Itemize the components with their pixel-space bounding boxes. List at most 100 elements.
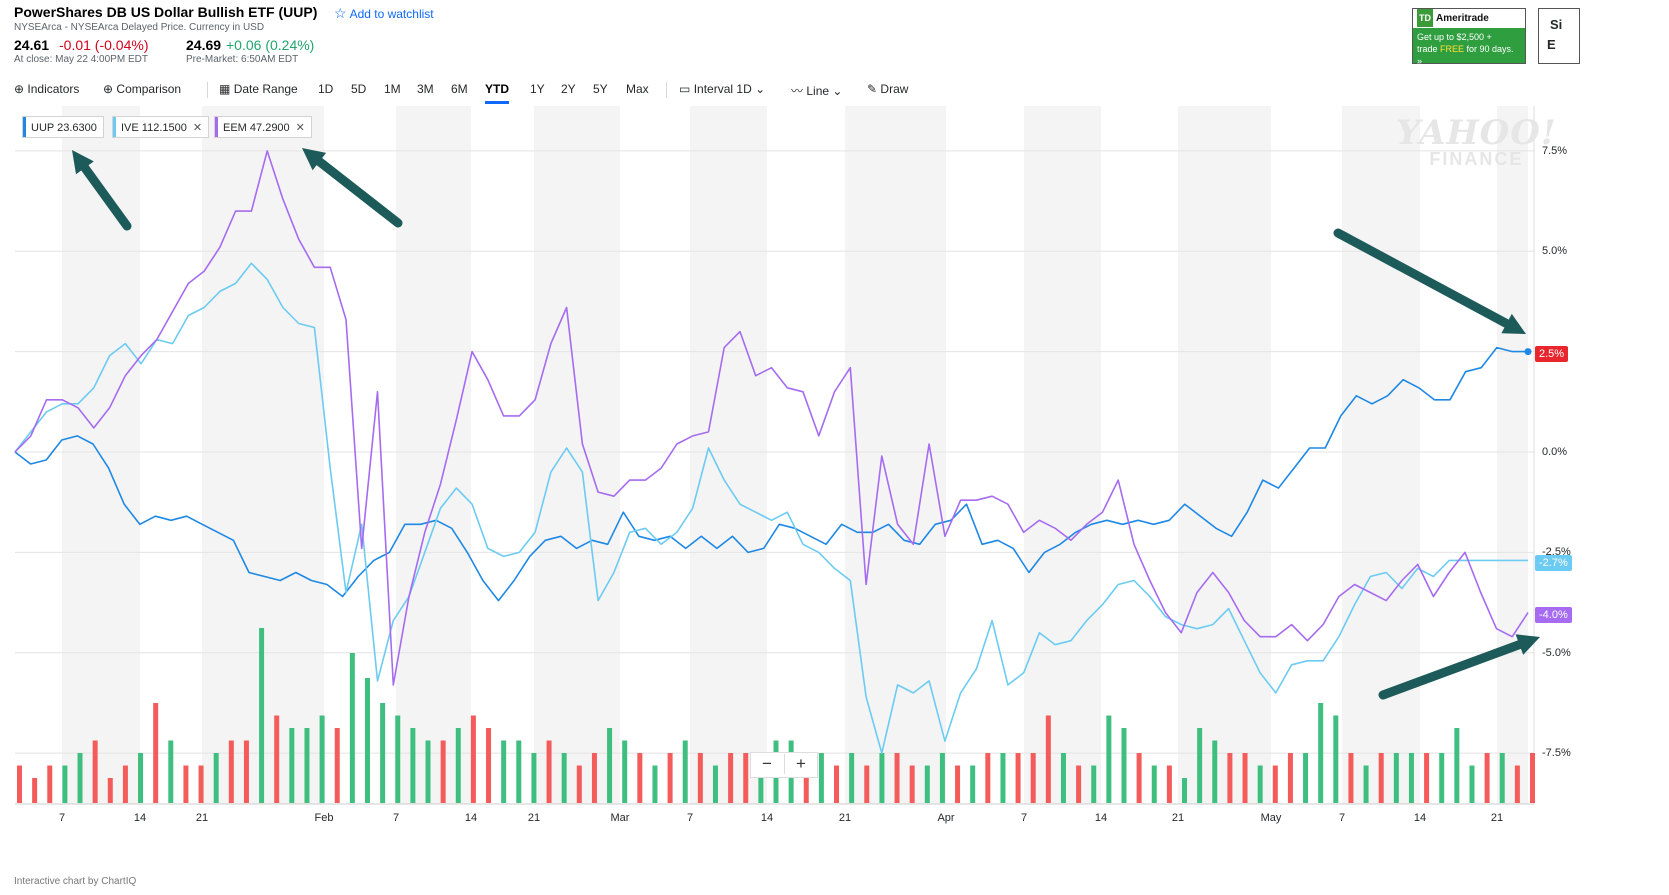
interval-dropdown[interactable]: ▭ Interval 1D ⌄: [679, 82, 765, 96]
zoom-control: − +: [750, 752, 818, 778]
volume-bar: [1000, 753, 1006, 803]
volume-bar: [455, 728, 461, 803]
volume-bar: [985, 753, 991, 803]
series-color-bar: [215, 117, 218, 137]
time-band: [1178, 106, 1271, 804]
side-ad[interactable]: Si E: [1538, 8, 1580, 64]
premarket-time: Pre-Market: 6:50AM EDT: [186, 54, 299, 65]
volume-bar: [1469, 765, 1475, 803]
toolbar-divider: [207, 82, 208, 98]
x-tick-label: 7: [392, 812, 400, 824]
volume-bar: [1393, 753, 1399, 803]
x-tick-label: May: [1260, 812, 1282, 824]
volume-bar: [1242, 753, 1248, 803]
zoom-in-button[interactable]: +: [784, 754, 817, 774]
range-max[interactable]: Max: [626, 82, 649, 96]
range-1m[interactable]: 1M: [384, 82, 401, 96]
volume-bar: [440, 740, 446, 803]
ameritrade-ad[interactable]: TD Ameritrade Get up to $2,500 + trade FR…: [1412, 8, 1526, 66]
volume-bar: [138, 753, 144, 803]
x-tick-label: 7: [686, 812, 694, 824]
volume-bar: [107, 778, 113, 803]
series-chip-eem[interactable]: EEM 47.2900 ✕: [214, 116, 312, 138]
volume-bar: [1454, 728, 1460, 803]
volume-bar: [1257, 765, 1263, 803]
range-5d[interactable]: 5D: [351, 82, 366, 96]
close-icon[interactable]: ✕: [296, 122, 305, 134]
volume-bar: [183, 765, 189, 803]
ad-brand: Ameritrade: [1436, 13, 1489, 24]
volume-bar: [909, 765, 915, 803]
range-5y[interactable]: 5Y: [593, 82, 608, 96]
range-1d[interactable]: 1D: [318, 82, 333, 96]
end-label-ive: -2.7%: [1535, 555, 1572, 571]
volume-bar: [622, 740, 628, 803]
volume-bar: [1015, 753, 1021, 803]
date-range-button[interactable]: ▦ Date Range: [219, 82, 298, 96]
volume-bar: [924, 765, 930, 803]
range-3m[interactable]: 3M: [417, 82, 434, 96]
indicators-button[interactable]: ⊕ Indicators: [14, 82, 79, 96]
comparison-button[interactable]: ⊕ Comparison: [103, 82, 181, 96]
volume-bar: [864, 765, 870, 803]
td-logo: TD: [1417, 9, 1433, 27]
side-ad-bottom: E: [1547, 37, 1556, 52]
plus-circle-icon: ⊕: [103, 82, 114, 96]
range-2y[interactable]: 2Y: [561, 82, 576, 96]
volume-bar: [607, 728, 613, 803]
zoom-out-button[interactable]: −: [751, 754, 783, 774]
chevron-down-icon: ⌄: [832, 84, 843, 98]
close-icon[interactable]: ✕: [193, 122, 202, 134]
line-type-dropdown[interactable]: 〰 Line ⌄: [791, 82, 842, 99]
volume-bar: [1060, 753, 1066, 803]
time-band: [1342, 106, 1420, 804]
volume-bar: [712, 765, 718, 803]
volume-bar: [1212, 740, 1218, 803]
x-tick-label: 14: [133, 812, 147, 824]
y-tick-label: 0.0%: [1542, 446, 1568, 458]
x-tick-label: 21: [838, 812, 852, 824]
volume-bar: [561, 753, 567, 803]
volume-bar: [667, 753, 673, 803]
series-chip-ive[interactable]: IVE 112.1500 ✕: [112, 116, 210, 138]
yahoo-finance-watermark: YAHOO! FINANCE: [1396, 113, 1557, 169]
volume-bar: [153, 703, 159, 803]
interval-icon: ▭: [679, 82, 691, 96]
series-color-bar: [23, 117, 26, 137]
ad-line-1: Get up to $2,500 +: [1417, 32, 1492, 42]
price-chart[interactable]: [0, 106, 1669, 895]
volume-bar: [501, 740, 507, 803]
volume-bar: [122, 765, 128, 803]
volume-bar: [1530, 753, 1535, 803]
volume-bar: [652, 765, 658, 803]
watchlist-label: Add to watchlist: [349, 7, 434, 21]
volume-bar: [168, 740, 174, 803]
volume-bar: [228, 740, 234, 803]
y-tick-label: -7.5%: [1542, 747, 1571, 759]
y-tick-label: -5.0%: [1542, 647, 1571, 659]
chart-credit: Interactive chart by ChartIQ: [14, 876, 137, 887]
volume-bar: [410, 728, 416, 803]
chevron-down-icon: ⌄: [755, 82, 766, 96]
volume-bar: [743, 753, 749, 803]
range-6m[interactable]: 6M: [451, 82, 468, 96]
x-tick-label: 21: [195, 812, 209, 824]
add-to-watchlist-link[interactable]: ☆ Add to watchlist: [334, 5, 434, 22]
ad-line-2: trade FREE for 90 days. »: [1417, 44, 1514, 66]
volume-bar: [531, 753, 537, 803]
range-ytd[interactable]: YTD: [485, 82, 509, 104]
x-tick-label: Apr: [937, 812, 955, 824]
draw-button[interactable]: ✎ Draw: [867, 82, 908, 96]
premarket-price: 24.69: [186, 37, 222, 53]
volume-bar: [546, 740, 552, 803]
volume-bar: [198, 765, 204, 803]
volume-bar: [380, 703, 386, 803]
volume-bar: [77, 753, 83, 803]
volume-bar: [939, 753, 945, 803]
series-chip-uup[interactable]: UUP 23.6300: [22, 116, 104, 138]
volume-bar: [304, 728, 310, 803]
range-1y[interactable]: 1Y: [530, 82, 545, 96]
volume-bar: [425, 740, 431, 803]
volume-bar: [395, 715, 401, 803]
volume-bar: [728, 753, 734, 803]
